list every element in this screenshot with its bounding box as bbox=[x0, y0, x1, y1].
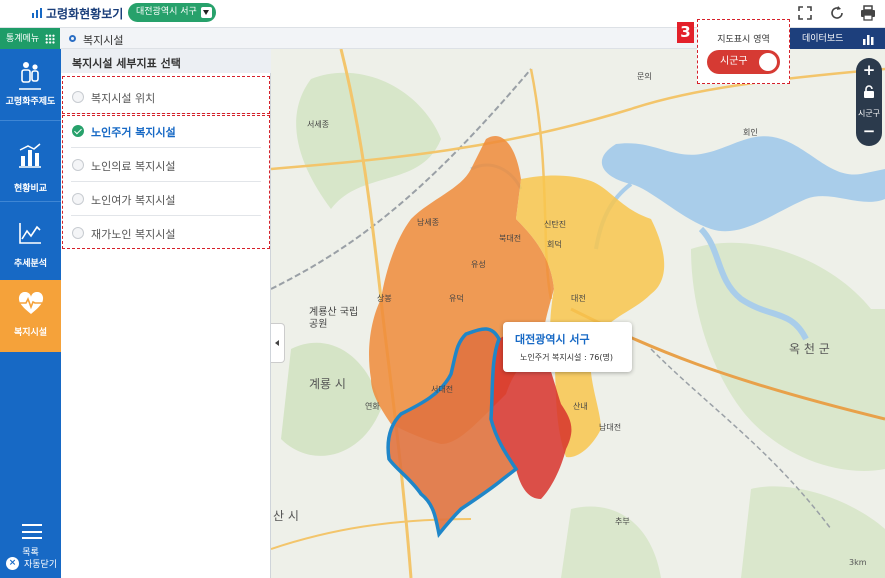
zoom-level-label: 시군구 bbox=[857, 109, 881, 118]
map-label: 상봉 bbox=[377, 294, 392, 303]
left-nav: 고령화주제도 현황비교 추세분석 복지시설 목록 × 자동닫기 bbox=[0, 49, 61, 578]
annotation-box-1 bbox=[62, 76, 270, 114]
map-label: 남세종 bbox=[417, 218, 440, 227]
area-toggle-title: 지도표시 영역 bbox=[717, 35, 770, 45]
nav-label: 추세분석 bbox=[13, 259, 48, 269]
map-label: 북대전 bbox=[499, 234, 522, 243]
print-icon[interactable] bbox=[859, 4, 877, 22]
elderly-people-icon bbox=[19, 62, 41, 90]
map-label: 연화 bbox=[365, 402, 380, 411]
map-label: 신탄진 bbox=[544, 220, 567, 229]
nav-item-aging-theme[interactable]: 고령화주제도 bbox=[0, 49, 61, 121]
tooltip-value: 노인주거 복지시설 : 76(명) bbox=[520, 353, 613, 362]
grid-icon bbox=[45, 34, 55, 44]
stats-menu-button[interactable]: 통계메뉴 bbox=[0, 28, 60, 50]
panel-collapse-button[interactable] bbox=[271, 323, 285, 363]
map-scale: 3km bbox=[849, 558, 867, 567]
area-toggle-switch[interactable]: 시군구 bbox=[707, 50, 780, 74]
map-label: 서세종 bbox=[307, 120, 330, 129]
map-label: 유덕 bbox=[449, 294, 464, 303]
annotation-badge-3: 3 bbox=[677, 22, 694, 43]
breadcrumb-dot-icon bbox=[69, 35, 76, 42]
map-label: 추부 bbox=[615, 517, 630, 526]
hamburger-icon[interactable] bbox=[22, 524, 42, 539]
nav-item-welfare[interactable]: 복지시설 bbox=[0, 280, 61, 352]
region-tooltip: 대전광역시 서구 노인주거 복지시설 : 76(명) bbox=[503, 322, 632, 372]
refresh-icon[interactable] bbox=[828, 4, 846, 22]
panel-title: 복지시설 세부지표 선택 bbox=[61, 49, 271, 73]
databoard-button[interactable]: 데이터보드 bbox=[788, 28, 885, 50]
app-title: 고령화현황보기 bbox=[46, 7, 124, 21]
nav-item-compare[interactable]: 현황비교 bbox=[0, 130, 61, 202]
map-label: 계룡산 국립공원 bbox=[309, 307, 359, 330]
map-label: 대전 bbox=[571, 294, 586, 303]
heart-pulse-icon bbox=[18, 292, 44, 314]
stats-menu-label: 통계메뉴 bbox=[6, 34, 40, 44]
databoard-label: 데이터보드 bbox=[802, 34, 844, 44]
nav-item-trend[interactable]: 추세분석 bbox=[0, 209, 61, 281]
area-toggle-value: 시군구 bbox=[720, 56, 748, 67]
map-area-toggle-box: 지도표시 영역 시군구 bbox=[697, 19, 790, 84]
map-label: 유성 bbox=[471, 260, 486, 269]
region-select[interactable]: 대전광역시 서구 bbox=[128, 3, 216, 22]
bar-compare-icon bbox=[19, 143, 41, 168]
map-canvas bbox=[271, 49, 885, 578]
map-label: 회인 bbox=[743, 128, 758, 137]
fullscreen-icon[interactable] bbox=[796, 4, 814, 22]
nav-label: 현황비교 bbox=[13, 184, 48, 194]
region-select-value: 대전광역시 서구 bbox=[136, 7, 197, 17]
map-label: 회덕 bbox=[547, 240, 562, 249]
nav-list-toggle[interactable]: 목록 × 자동닫기 bbox=[0, 518, 61, 578]
toggle-knob[interactable] bbox=[759, 53, 777, 71]
nav-label: 복지시설 bbox=[13, 328, 48, 338]
zoom-in-icon[interactable]: + bbox=[856, 61, 882, 79]
breadcrumb: 복지시설 bbox=[83, 34, 124, 47]
nav-label: 고령화주제도 bbox=[5, 97, 56, 107]
zoom-control: + 시군구 − bbox=[856, 58, 882, 146]
bar-chart-icon bbox=[32, 8, 42, 18]
lock-icon[interactable] bbox=[856, 85, 882, 102]
close-icon[interactable]: × bbox=[6, 557, 19, 570]
bar-chart-icon bbox=[863, 35, 874, 45]
map-label: 서대전 bbox=[431, 385, 454, 394]
tooltip-title: 대전광역시 서구 bbox=[515, 333, 590, 346]
map-label: 산내 bbox=[573, 402, 588, 411]
map-label: 남대전 bbox=[599, 423, 622, 432]
autoclose-label: 자동닫기 bbox=[24, 560, 58, 570]
map-label: 산 시 bbox=[273, 509, 299, 523]
zoom-out-icon[interactable]: − bbox=[856, 122, 882, 140]
chevron-down-icon[interactable] bbox=[201, 7, 212, 18]
map-label: 계룡 시 bbox=[309, 377, 346, 391]
map-view[interactable]: 문의 서세종 회인 신탄진 회덕 유성 대전 서대전 계룡산 국립공원 계룡 시… bbox=[271, 49, 885, 578]
map-label: 옥 천 군 bbox=[789, 342, 830, 356]
annotation-box-2 bbox=[62, 115, 270, 249]
trend-line-icon bbox=[19, 223, 41, 244]
map-label: 문의 bbox=[637, 72, 652, 81]
